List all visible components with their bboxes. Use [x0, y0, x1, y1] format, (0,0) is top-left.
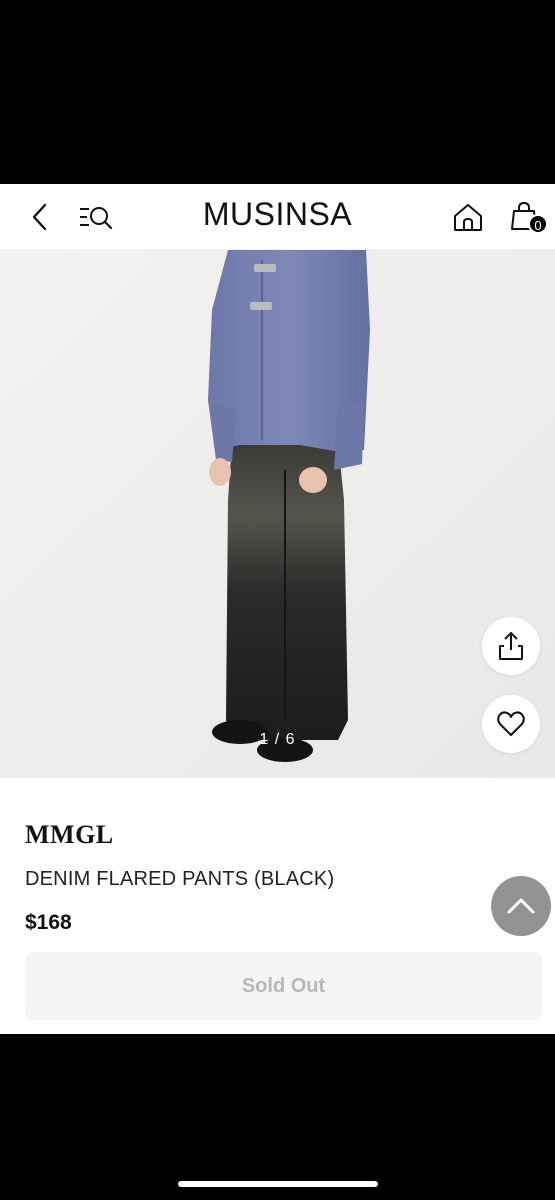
wishlist-button[interactable]: [482, 695, 540, 753]
musinsa-logo[interactable]: MUSINSA: [0, 196, 555, 233]
status-bar-area: [0, 0, 555, 184]
bottom-bar-area: [0, 1034, 555, 1200]
image-counter: 1 / 6: [259, 731, 296, 748]
product-name: DENIM FLARED PANTS (BLACK): [25, 868, 335, 890]
scroll-to-top-button[interactable]: [491, 876, 551, 936]
product-info: MMGL DENIM FLARED PANTS (BLACK) $168 Sol…: [0, 778, 555, 1034]
heart-icon: [497, 711, 525, 736]
brand-name[interactable]: MMGL: [25, 820, 114, 850]
share-icon: [499, 632, 523, 660]
home-indicator[interactable]: [178, 1181, 378, 1187]
share-button[interactable]: [482, 617, 540, 675]
product-image[interactable]: 1 / 6: [0, 250, 555, 778]
product-photo: [0, 250, 555, 778]
chevron-up-icon: [507, 898, 535, 914]
sold-out-button[interactable]: Sold Out: [25, 952, 542, 1020]
product-price: $168: [25, 911, 72, 934]
